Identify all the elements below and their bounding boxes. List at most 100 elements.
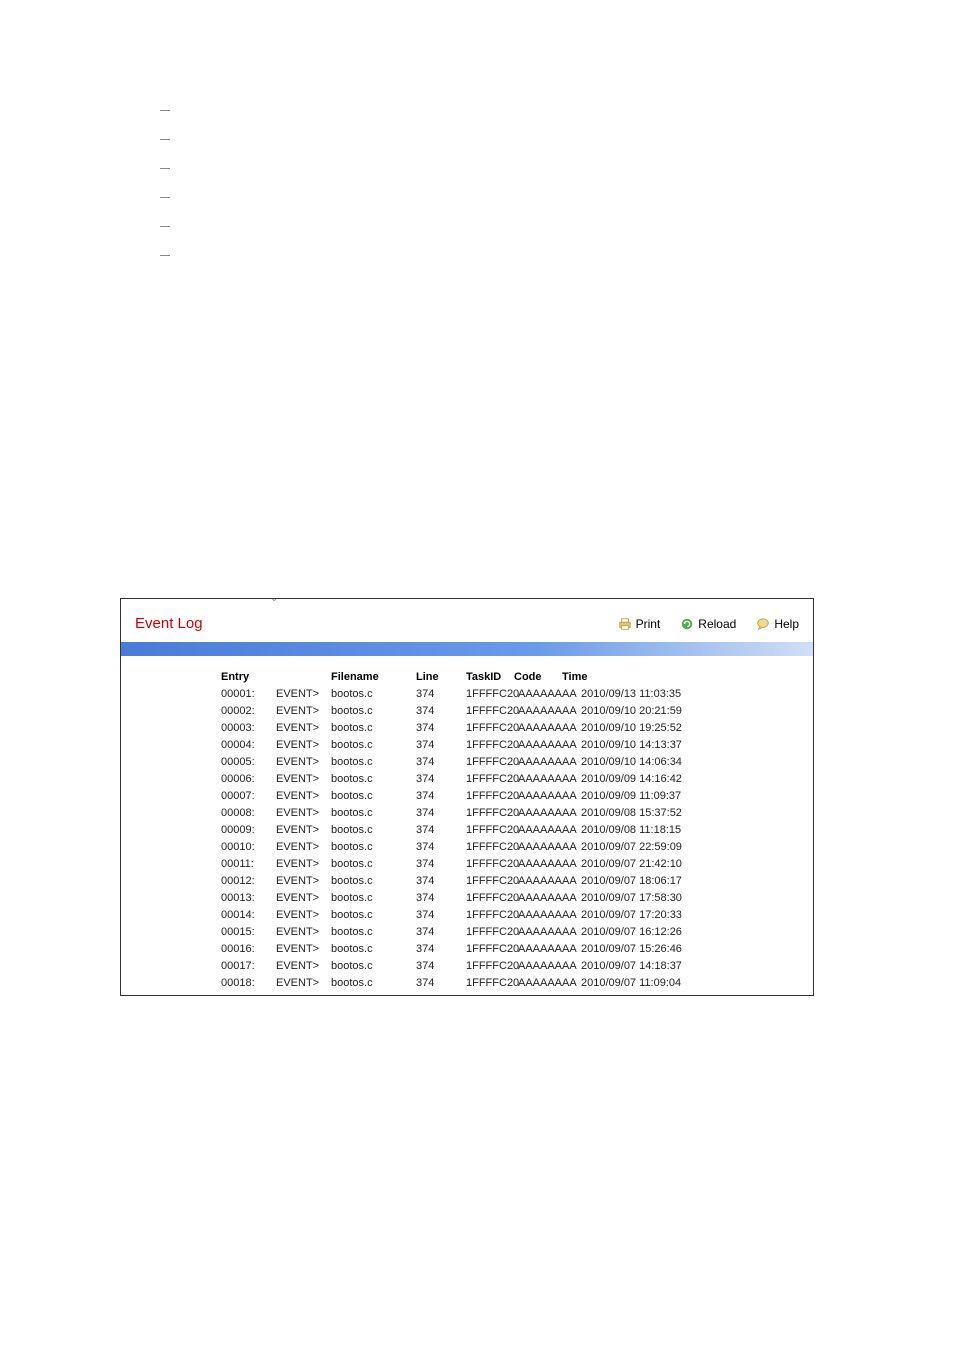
cell-entry: 00012: xyxy=(221,873,276,890)
table-row: 00014:EVENT>bootos.c3741FFFFC20AAAAAAAA2… xyxy=(221,907,798,924)
cell-taskid: 1FFFFC20 xyxy=(466,686,518,703)
cell-time: 2010/09/07 22:59:09 xyxy=(581,839,711,856)
reload-button[interactable]: Reload xyxy=(680,617,736,631)
reload-icon xyxy=(680,617,694,631)
table-row: 00017:EVENT>bootos.c3741FFFFC20AAAAAAAA2… xyxy=(221,958,798,975)
cell-entry: 00001: xyxy=(221,686,276,703)
table-header-row: Entry Filename Line TaskID Code Time xyxy=(221,671,798,683)
header-entry: Entry xyxy=(221,671,276,683)
cell-entry: 00019: xyxy=(221,992,276,996)
cell-taskid: 1FFFFC20 xyxy=(466,805,518,822)
cell-time: 2010/09/07 11:09:04 xyxy=(581,975,711,992)
cell-taskid: 1FFFFC20 xyxy=(466,788,518,805)
dash xyxy=(160,197,170,198)
cell-type: EVENT> xyxy=(276,822,331,839)
cell-code: AAAAAAAA xyxy=(518,890,581,907)
cell-code: AAAAAAAA xyxy=(518,754,581,771)
table-row: 00016:EVENT>bootos.c3741FFFFC20AAAAAAAA2… xyxy=(221,941,798,958)
cell-taskid: 1FFFFC20 xyxy=(466,907,518,924)
table-row: 00018:EVENT>bootos.c3741FFFFC20AAAAAAAA2… xyxy=(221,975,798,992)
cell-type: EVENT> xyxy=(276,975,331,992)
dash xyxy=(160,226,170,227)
cell-filename: bootos.c xyxy=(331,958,416,975)
page-title: Event Log xyxy=(135,615,203,632)
cell-entry: 00007: xyxy=(221,788,276,805)
cell-code: AAAAAAAA xyxy=(518,941,581,958)
cell-taskid: 1FFFFC20 xyxy=(466,924,518,941)
cell-filename: bootos.c xyxy=(331,941,416,958)
cell-code: AAAAAAAA xyxy=(518,822,581,839)
cell-type: EVENT> xyxy=(276,992,331,996)
cell-filename: bootos.c xyxy=(331,822,416,839)
print-button[interactable]: Print xyxy=(618,617,661,631)
cell-filename: bootos.c xyxy=(331,686,416,703)
table-row: 00003:EVENT>bootos.c3741FFFFC20AAAAAAAA2… xyxy=(221,720,798,737)
cell-time: 2010/09/10 19:25:52 xyxy=(581,720,711,737)
table-row: 00002:EVENT>bootos.c3741FFFFC20AAAAAAAA2… xyxy=(221,703,798,720)
print-icon xyxy=(618,617,632,631)
help-label: Help xyxy=(774,617,799,631)
cell-type: EVENT> xyxy=(276,720,331,737)
cell-time: 2010/09/07 14:18:37 xyxy=(581,958,711,975)
cell-entry: 00004: xyxy=(221,737,276,754)
cell-code: AAAAAAAA xyxy=(518,839,581,856)
dash xyxy=(160,139,170,140)
tab-marker: ⌄ xyxy=(270,598,278,604)
header-code: Code xyxy=(514,671,562,683)
cell-entry: 00016: xyxy=(221,941,276,958)
cell-filename: bootos.c xyxy=(331,805,416,822)
cell-type: EVENT> xyxy=(276,856,331,873)
toolbar: Print Reload xyxy=(618,617,799,631)
cell-line: 374 xyxy=(416,822,466,839)
table-row: 00015:EVENT>bootos.c3741FFFFC20AAAAAAAA2… xyxy=(221,924,798,941)
cell-filename: bootos.c xyxy=(331,771,416,788)
cell-filename: bootos.c xyxy=(331,754,416,771)
cell-line: 374 xyxy=(416,856,466,873)
cell-code: AAAAAAAA xyxy=(518,992,581,996)
cell-code: AAAAAAAA xyxy=(518,856,581,873)
cell-line: 374 xyxy=(416,890,466,907)
cell-time: 2010/09/08 15:37:52 xyxy=(581,805,711,822)
cell-filename: bootos.c xyxy=(331,907,416,924)
table-row: 00001:EVENT>bootos.c3741FFFFC20AAAAAAAA2… xyxy=(221,686,798,703)
help-button[interactable]: Help xyxy=(756,617,799,631)
cell-entry: 00010: xyxy=(221,839,276,856)
dash xyxy=(160,110,170,111)
cell-type: EVENT> xyxy=(276,958,331,975)
cell-code: AAAAAAAA xyxy=(518,958,581,975)
header-type xyxy=(276,671,331,683)
table-row: 00010:EVENT>bootos.c3741FFFFC20AAAAAAAA2… xyxy=(221,839,798,856)
cell-time: 2010/09/07 18:06:17 xyxy=(581,873,711,890)
cell-taskid: 1FFFFC20 xyxy=(466,856,518,873)
cell-type: EVENT> xyxy=(276,941,331,958)
table-row: 00007:EVENT>bootos.c3741FFFFC20AAAAAAAA2… xyxy=(221,788,798,805)
cell-line: 374 xyxy=(416,703,466,720)
cell-type: EVENT> xyxy=(276,890,331,907)
cell-time: 2010/09/07 17:58:30 xyxy=(581,890,711,907)
cell-time: 2010/09/09 11:09:37 xyxy=(581,788,711,805)
cell-line: 374 xyxy=(416,805,466,822)
header-time: Time xyxy=(562,671,692,683)
cell-line: 374 xyxy=(416,907,466,924)
cell-entry: 00014: xyxy=(221,907,276,924)
cell-code: AAAAAAAA xyxy=(518,924,581,941)
dash xyxy=(160,255,170,256)
cell-filename: bootos.c xyxy=(331,873,416,890)
event-log-window: ⌄ Event Log Print xyxy=(120,598,814,996)
cell-time: 2010/09/10 14:06:34 xyxy=(581,754,711,771)
separator-bar xyxy=(121,642,813,656)
cell-taskid: 1FFFFC20 xyxy=(466,941,518,958)
table-row: 00012:EVENT>bootos.c3741FFFFC20AAAAAAAA2… xyxy=(221,873,798,890)
cell-taskid: 1FFFFC20 xyxy=(466,975,518,992)
cell-line: 374 xyxy=(416,686,466,703)
cell-code: AAAAAAAA xyxy=(518,686,581,703)
cell-time: 2010/09/07 17:20:33 xyxy=(581,907,711,924)
cell-type: EVENT> xyxy=(276,839,331,856)
cell-time: 2010/09/07 15:26:46 xyxy=(581,941,711,958)
cell-filename: bootos.c xyxy=(331,703,416,720)
cell-entry: 00005: xyxy=(221,754,276,771)
table-row: 00008:EVENT>bootos.c3741FFFFC20AAAAAAAA2… xyxy=(221,805,798,822)
cell-entry: 00017: xyxy=(221,958,276,975)
print-label: Print xyxy=(636,617,661,631)
reload-label: Reload xyxy=(698,617,736,631)
